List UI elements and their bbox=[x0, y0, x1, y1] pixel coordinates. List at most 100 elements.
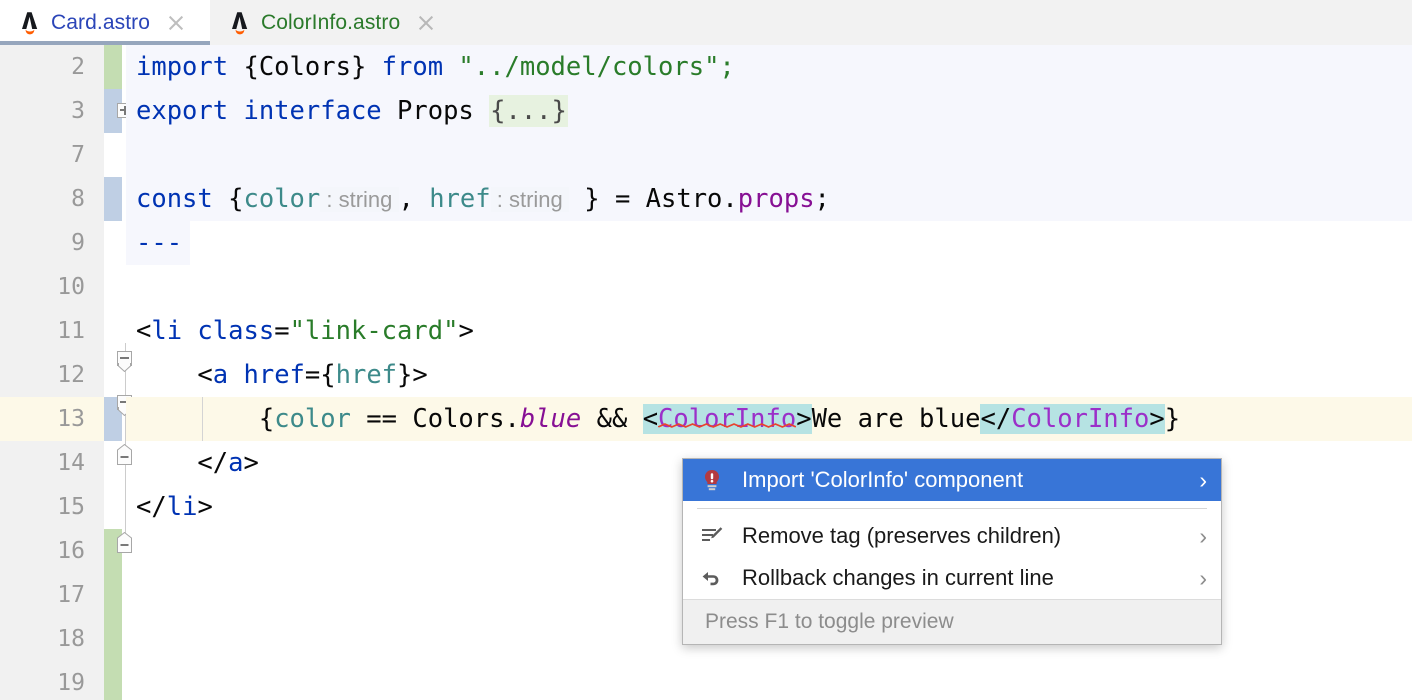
token-property-color: color bbox=[243, 184, 321, 214]
menu-divider bbox=[697, 508, 1207, 509]
token-punct: , bbox=[398, 184, 430, 214]
close-icon[interactable] bbox=[415, 12, 437, 34]
line-number-current: 13 bbox=[0, 397, 104, 441]
line-number: 10 bbox=[57, 274, 85, 300]
code-line-8[interactable]: const {color : string , href : string } … bbox=[136, 177, 830, 221]
token-member-blue: blue bbox=[519, 404, 582, 434]
line-number: 8 bbox=[71, 186, 85, 212]
editor-tab-bar: Card.astro ColorInfo.astro bbox=[0, 0, 1412, 45]
tab-label: Card.astro bbox=[51, 10, 151, 34]
chevron-right-icon[interactable]: › bbox=[1199, 468, 1207, 492]
token-jsx-text: We are blue bbox=[811, 404, 981, 434]
token-punct: > bbox=[458, 316, 474, 346]
code-line-12[interactable]: <a href={href}> bbox=[136, 353, 428, 397]
line-number: 7 bbox=[71, 142, 85, 168]
token-close-tag-bracket-end: > bbox=[1149, 404, 1165, 434]
menu-item-rollback-changes[interactable]: Rollback changes in current line › bbox=[683, 557, 1221, 599]
tab-label: ColorInfo.astro bbox=[261, 10, 401, 34]
change-marker-added[interactable] bbox=[104, 45, 122, 89]
token-punct: > bbox=[243, 448, 259, 478]
token-keyword: from bbox=[381, 52, 444, 82]
code-line-3[interactable]: export interface Props {...} bbox=[136, 89, 568, 133]
chevron-right-icon[interactable]: › bbox=[1199, 524, 1207, 548]
line-number: 3 bbox=[71, 98, 85, 124]
chevron-right-icon[interactable]: › bbox=[1199, 566, 1207, 590]
tab-card-astro[interactable]: Card.astro bbox=[0, 0, 210, 45]
code-line-15[interactable]: </li> bbox=[136, 485, 213, 529]
line-number: 18 bbox=[57, 626, 85, 652]
token-component-colorinfo-close[interactable]: ColorInfo bbox=[1011, 404, 1150, 434]
token-attr-name: href bbox=[228, 360, 305, 390]
line-number: 15 bbox=[57, 494, 85, 520]
token-keyword: interface bbox=[228, 96, 382, 126]
inlay-type-hint[interactable]: : string bbox=[490, 187, 569, 212]
token-punct: } bbox=[397, 360, 413, 390]
token-punct: = bbox=[304, 360, 321, 390]
token-braces: {Colors} bbox=[228, 52, 382, 82]
token-attr-value: "link-card" bbox=[289, 316, 459, 346]
token-keyword: import bbox=[136, 52, 229, 82]
token-identifier: Props bbox=[381, 96, 490, 126]
token-punct: { bbox=[258, 404, 275, 434]
token-component-colorinfo-open[interactable]: ColorInfo bbox=[658, 404, 797, 434]
popup-footer-hint: Press F1 to toggle preview bbox=[683, 599, 1221, 644]
folded-code-placeholder[interactable]: {...} bbox=[489, 95, 568, 127]
menu-item-import-component[interactable]: Import 'ColorInfo' component › bbox=[683, 459, 1221, 501]
line-number: 17 bbox=[57, 582, 85, 608]
edit-lines-icon bbox=[699, 523, 725, 549]
code-line-2[interactable]: import {Colors} from "../model/colors"; bbox=[136, 45, 735, 89]
token-punct: < bbox=[197, 360, 213, 390]
token-punct: { bbox=[212, 184, 244, 214]
line-number: 16 bbox=[57, 538, 85, 564]
token-punct: </ bbox=[136, 492, 167, 522]
token-open-tag-bracket: < bbox=[642, 404, 659, 434]
frontmatter-fence: --- bbox=[136, 228, 183, 258]
line-number: 19 bbox=[57, 670, 85, 696]
menu-item-remove-tag[interactable]: Remove tag (preserves children) › bbox=[683, 515, 1221, 557]
code-line-11[interactable]: <li class="link-card"> bbox=[136, 309, 474, 353]
token-tagname-a: a bbox=[212, 360, 229, 390]
token-punct: } = Astro. bbox=[568, 184, 738, 214]
token-tagname-li: li bbox=[151, 316, 183, 346]
lightbulb-error-icon bbox=[699, 467, 725, 493]
line-number: 9 bbox=[71, 230, 85, 256]
menu-item-label: Import 'ColorInfo' component bbox=[742, 467, 1024, 492]
astro-icon bbox=[228, 10, 252, 36]
intention-actions-popup[interactable]: Import 'ColorInfo' component › Remove ta… bbox=[682, 458, 1222, 645]
close-icon[interactable] bbox=[165, 12, 187, 34]
error-squiggle bbox=[658, 423, 797, 428]
token-operator: == bbox=[350, 404, 413, 434]
menu-item-label: Rollback changes in current line bbox=[742, 565, 1054, 590]
token-var-color: color bbox=[274, 404, 351, 434]
line-number: 2 bbox=[71, 54, 85, 80]
token-punct: > bbox=[412, 360, 428, 390]
token-keyword: export bbox=[136, 96, 229, 126]
token-string: "../model/colors"; bbox=[443, 52, 735, 82]
code-editor[interactable]: 2 3 7 8 9 10 11 12 13 14 15 16 17 18 19 bbox=[0, 45, 1412, 700]
token-punct: </ bbox=[197, 448, 229, 478]
rollback-arrow-icon bbox=[699, 565, 725, 591]
token-punct: = bbox=[274, 316, 290, 346]
token-expression-href: href bbox=[335, 360, 398, 390]
astro-icon bbox=[18, 10, 42, 36]
token-punct: > bbox=[197, 492, 213, 522]
token-punct: ; bbox=[814, 184, 830, 214]
inlay-type-hint[interactable]: : string bbox=[320, 187, 399, 212]
token-attr-name: class bbox=[182, 316, 275, 346]
token-object-colors: Colors. bbox=[412, 404, 520, 434]
code-line-13[interactable]: {color == Colors.blue && <ColorInfo >We a… bbox=[136, 397, 1180, 441]
token-property-href: href bbox=[429, 184, 491, 214]
token-punct: < bbox=[136, 316, 152, 346]
tab-colorinfo-astro[interactable]: ColorInfo.astro bbox=[210, 0, 465, 45]
token-props: props bbox=[737, 184, 815, 214]
line-number: 12 bbox=[57, 362, 85, 388]
code-line-14[interactable]: </a> bbox=[136, 441, 259, 485]
code-line-9[interactable]: --- bbox=[136, 221, 182, 265]
change-marker-modified[interactable] bbox=[104, 177, 122, 221]
token-punct: } bbox=[1164, 404, 1181, 434]
token-close-tag-bracket: </ bbox=[980, 404, 1012, 434]
line-number: 11 bbox=[57, 318, 85, 344]
